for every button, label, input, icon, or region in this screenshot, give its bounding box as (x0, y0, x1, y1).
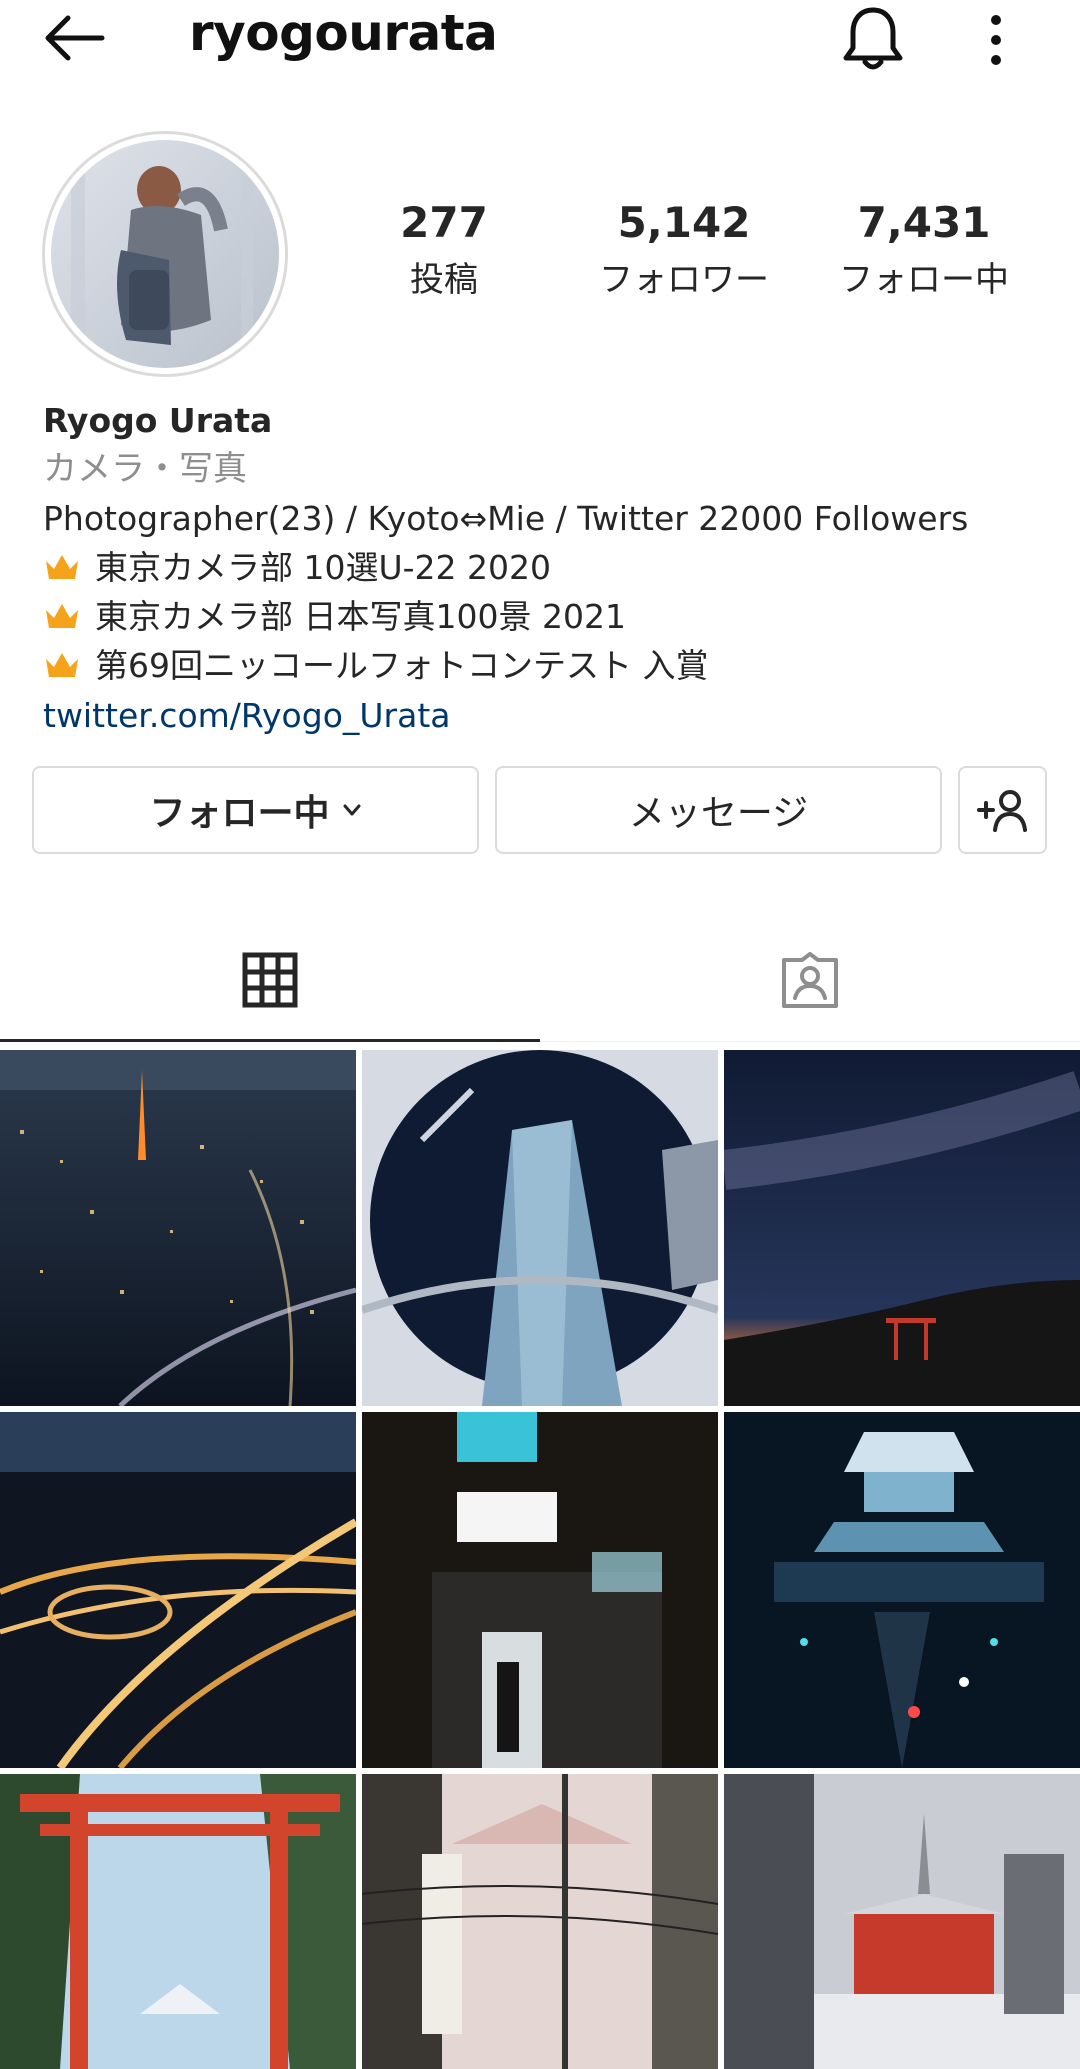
stat-followers-label: フォロワー (599, 260, 769, 301)
profile-username: ryogourata (189, 4, 498, 62)
bio-line: 東京カメラ部 10選U-22 2020 (43, 543, 1063, 592)
stat-following[interactable]: 7,431 フォロー中 (804, 198, 1044, 301)
tab-tagged[interactable] (540, 920, 1080, 1042)
bio-line-text: 東京カメラ部 日本写真100景 2021 (95, 597, 626, 636)
stat-following-label: フォロー中 (839, 260, 1009, 301)
post-thumbnail[interactable] (362, 1774, 718, 2069)
arrow-left-icon (45, 15, 105, 61)
bio-line: Photographer(23) / Kyoto⇔Mie / Twitter 2… (43, 499, 969, 538)
bio-line-text: 東京カメラ部 10選U-22 2020 (95, 548, 552, 587)
chevron-down-icon (343, 804, 360, 816)
grid-icon (242, 952, 298, 1007)
stat-posts-label: 投稿 (410, 260, 478, 301)
tagged-icon (782, 952, 838, 1008)
stat-following-value: 7,431 (857, 198, 991, 247)
add-user-icon (976, 790, 1027, 832)
profile-bio: Ryogo Urata カメラ・写真 Photographer(23) / Ky… (43, 398, 1063, 742)
stat-posts-value: 277 (400, 198, 488, 247)
post-thumbnail[interactable] (0, 1050, 356, 1406)
more-options-button[interactable] (976, 6, 1016, 70)
post-thumbnail[interactable] (0, 1412, 356, 1768)
crown-icon (46, 604, 78, 628)
message-button-label: メッセージ (628, 793, 809, 834)
bio-line-text: 第69回ニッコールフォトコンテスト 入賞 (95, 646, 709, 685)
crown-icon (46, 653, 78, 677)
stat-followers-value: 5,142 (617, 198, 751, 247)
following-button-label: フォロー中 (149, 793, 330, 834)
post-thumbnail[interactable] (0, 1774, 356, 2069)
stat-posts[interactable]: 277 投稿 (324, 198, 564, 301)
top-bar: ryogourata (0, 0, 1080, 80)
profile-link[interactable]: twitter.com/Ryogo_Urata (43, 690, 1063, 742)
bio-line: 東京カメラ部 日本写真100景 2021 (43, 592, 1063, 641)
more-vertical-icon (991, 15, 1001, 65)
following-button[interactable]: フォロー中 (32, 766, 479, 854)
post-thumbnail[interactable] (724, 1050, 1080, 1406)
post-thumbnail[interactable] (362, 1412, 718, 1768)
post-thumbnail[interactable] (724, 1412, 1080, 1768)
post-thumbnail[interactable] (724, 1774, 1080, 2069)
profile-category: カメラ・写真 (43, 449, 247, 489)
back-button[interactable] (40, 10, 110, 66)
message-button[interactable]: メッセージ (495, 766, 942, 854)
tab-posts-grid[interactable] (0, 920, 540, 1042)
profile-full-name: Ryogo Urata (43, 401, 273, 440)
profile-avatar[interactable] (42, 131, 288, 377)
bio-line: 第69回ニッコールフォトコンテスト 入賞 (43, 641, 1063, 690)
crown-icon (46, 555, 78, 579)
post-thumbnail[interactable] (362, 1050, 718, 1406)
notifications-button[interactable] (838, 2, 908, 74)
stat-followers[interactable]: 5,142 フォロワー (564, 198, 804, 301)
profile-tabs (0, 920, 1080, 1042)
bell-icon (843, 7, 903, 70)
add-user-button[interactable] (958, 766, 1047, 854)
avatar-image (51, 140, 279, 368)
